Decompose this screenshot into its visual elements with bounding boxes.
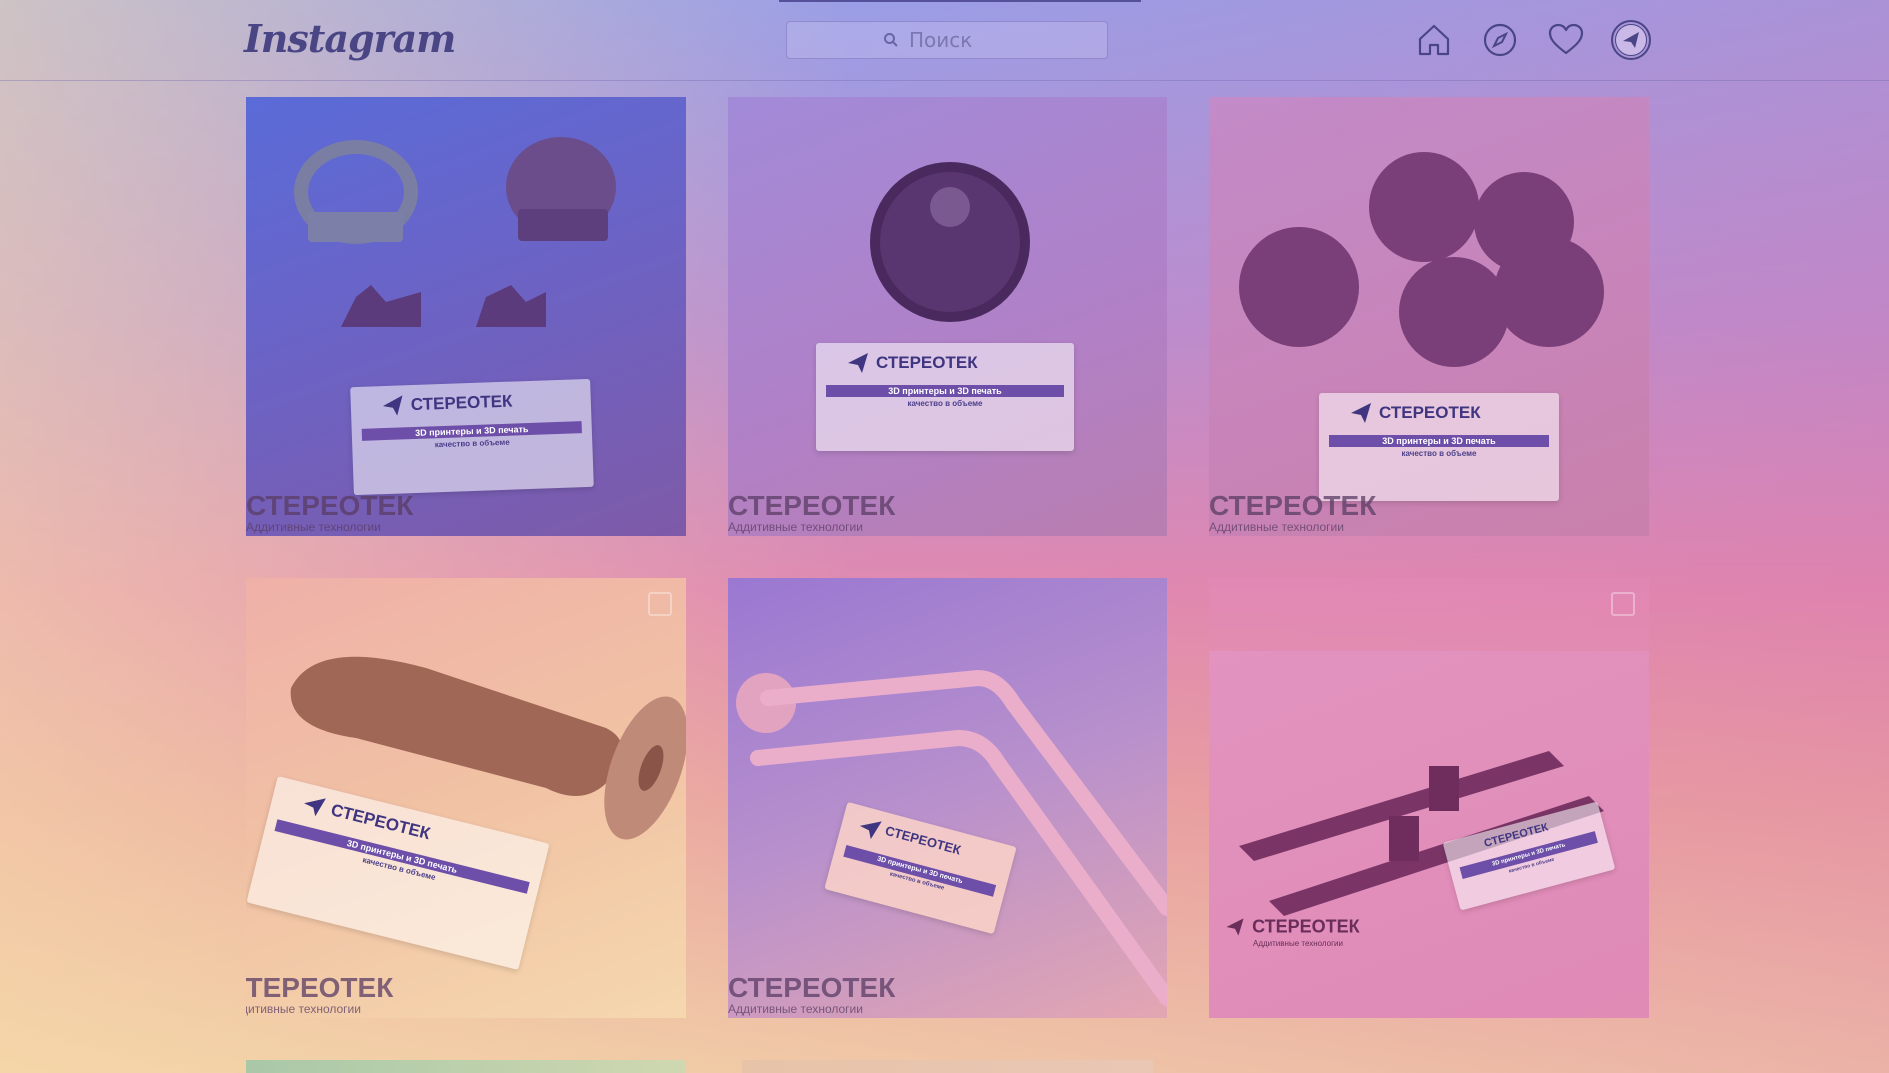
watermark: СТЕРЕОТЕКАддитивные технологии	[728, 972, 896, 1017]
business-card: СТЕРЕОТЕК 3D принтеры и 3D печать качест…	[350, 378, 594, 496]
post-tile[interactable]	[742, 1060, 1153, 1073]
search-input[interactable]	[907, 27, 1011, 53]
business-card: СТЕРЕОТЕК 3D принтеры и 3D печать качест…	[816, 343, 1074, 451]
card-stripe: 3D принтеры и 3D печать	[1329, 435, 1549, 447]
explore-compass-icon[interactable]	[1480, 20, 1520, 60]
post-tile[interactable]: СТЕРЕОТЕК 3D принтеры и 3D печать качест…	[246, 97, 686, 536]
watermark-brand: СТЕРЕОТЕК	[728, 972, 896, 1003]
business-card: СТЕРЕОТЕК 3D принтеры и 3D печать качест…	[1319, 393, 1559, 501]
logo-subtitle: Аддитивные технологии	[1253, 939, 1343, 948]
profile-avatar-icon[interactable]	[1611, 20, 1651, 60]
top-navigation-bar: Instagram	[0, 0, 1889, 81]
stereotek-logo-icon	[1226, 918, 1244, 936]
watermark-subtitle: Аддитивные технологии	[1209, 520, 1344, 534]
card-tagline: качество в объеме	[1401, 449, 1477, 458]
post-photo	[736, 669, 1167, 1006]
post-photo-area: СТЕРЕОТЕК 3D принтеры и 3D печать качест…	[1209, 651, 1649, 1018]
post-tile[interactable]	[246, 1060, 686, 1073]
stereotek-logo-block: СТЕРЕОТЕК Аддитивные технологии	[1223, 915, 1360, 948]
stereotek-logo-icon	[848, 353, 868, 373]
watermark: СТЕРЕОТЕКАддитивные технологии	[728, 490, 896, 535]
watermark-subtitle: Аддитивные технологии	[728, 1002, 863, 1016]
post-tile[interactable]: СТЕРЕОТЕК 3D принтеры и 3D печать качест…	[1209, 97, 1649, 536]
watermark: СТЕРЕОТЕКАддитивные технологии	[1209, 490, 1377, 535]
instagram-logo[interactable]: Instagram	[244, 16, 456, 66]
home-icon[interactable]	[1414, 20, 1454, 60]
post-tile[interactable]: СТЕРЕОТЕК 3D принтеры и 3D печать качест…	[1209, 578, 1649, 1018]
watermark-brand: СТЕРЕОТЕК	[246, 972, 394, 1003]
card-tagline: качество в объеме	[361, 855, 437, 883]
stereotek-logo-icon	[382, 395, 403, 416]
search-box[interactable]	[786, 21, 1108, 59]
watermark-subtitle: Аддитивные технологии	[246, 1002, 361, 1016]
post-tile[interactable]: СТЕРЕОТЕК 3D принтеры и 3D печать качест…	[728, 97, 1167, 536]
watermark-brand: СТЕРЕОТЕК	[728, 490, 896, 521]
post-photo	[870, 162, 1030, 322]
activity-heart-icon[interactable]	[1546, 20, 1586, 60]
card-tagline: качество в объеме	[907, 399, 983, 408]
stereotek-logo-icon	[1351, 403, 1371, 423]
stereotek-logo-icon	[304, 798, 326, 817]
card-stripe: 3D принтеры и 3D печать	[826, 385, 1064, 397]
post-tile[interactable]: СТЕРЕОТЕК 3D принтеры и 3D печать качест…	[246, 578, 686, 1018]
post-tile[interactable]: СТЕРЕОТЕК 3D принтеры и 3D печать качест…	[728, 578, 1167, 1018]
watermark: СТЕРЕОТЕКАддитивные технологии	[246, 972, 394, 1017]
multiple-photos-icon	[1611, 592, 1635, 616]
watermark: СТЕРЕОТЕКАддитивные технологии	[246, 490, 414, 535]
logo-brand-text: СТЕРЕОТЕК	[1252, 916, 1360, 937]
stereotek-logo-icon	[859, 821, 882, 840]
watermark-subtitle: Аддитивные технологии	[728, 520, 863, 534]
watermark-brand: СТЕРЕОТЕК	[246, 490, 414, 521]
search-icon	[884, 33, 898, 47]
watermark-brand: СТЕРЕОТЕК	[1209, 490, 1377, 521]
watermark-subtitle: Аддитивные технологии	[246, 520, 381, 534]
card-brand: СТЕРЕОТЕК	[1379, 403, 1481, 422]
card-brand: СТЕРЕОТЕК	[876, 353, 978, 372]
card-brand: СТЕРЕОТЕК	[410, 391, 513, 415]
